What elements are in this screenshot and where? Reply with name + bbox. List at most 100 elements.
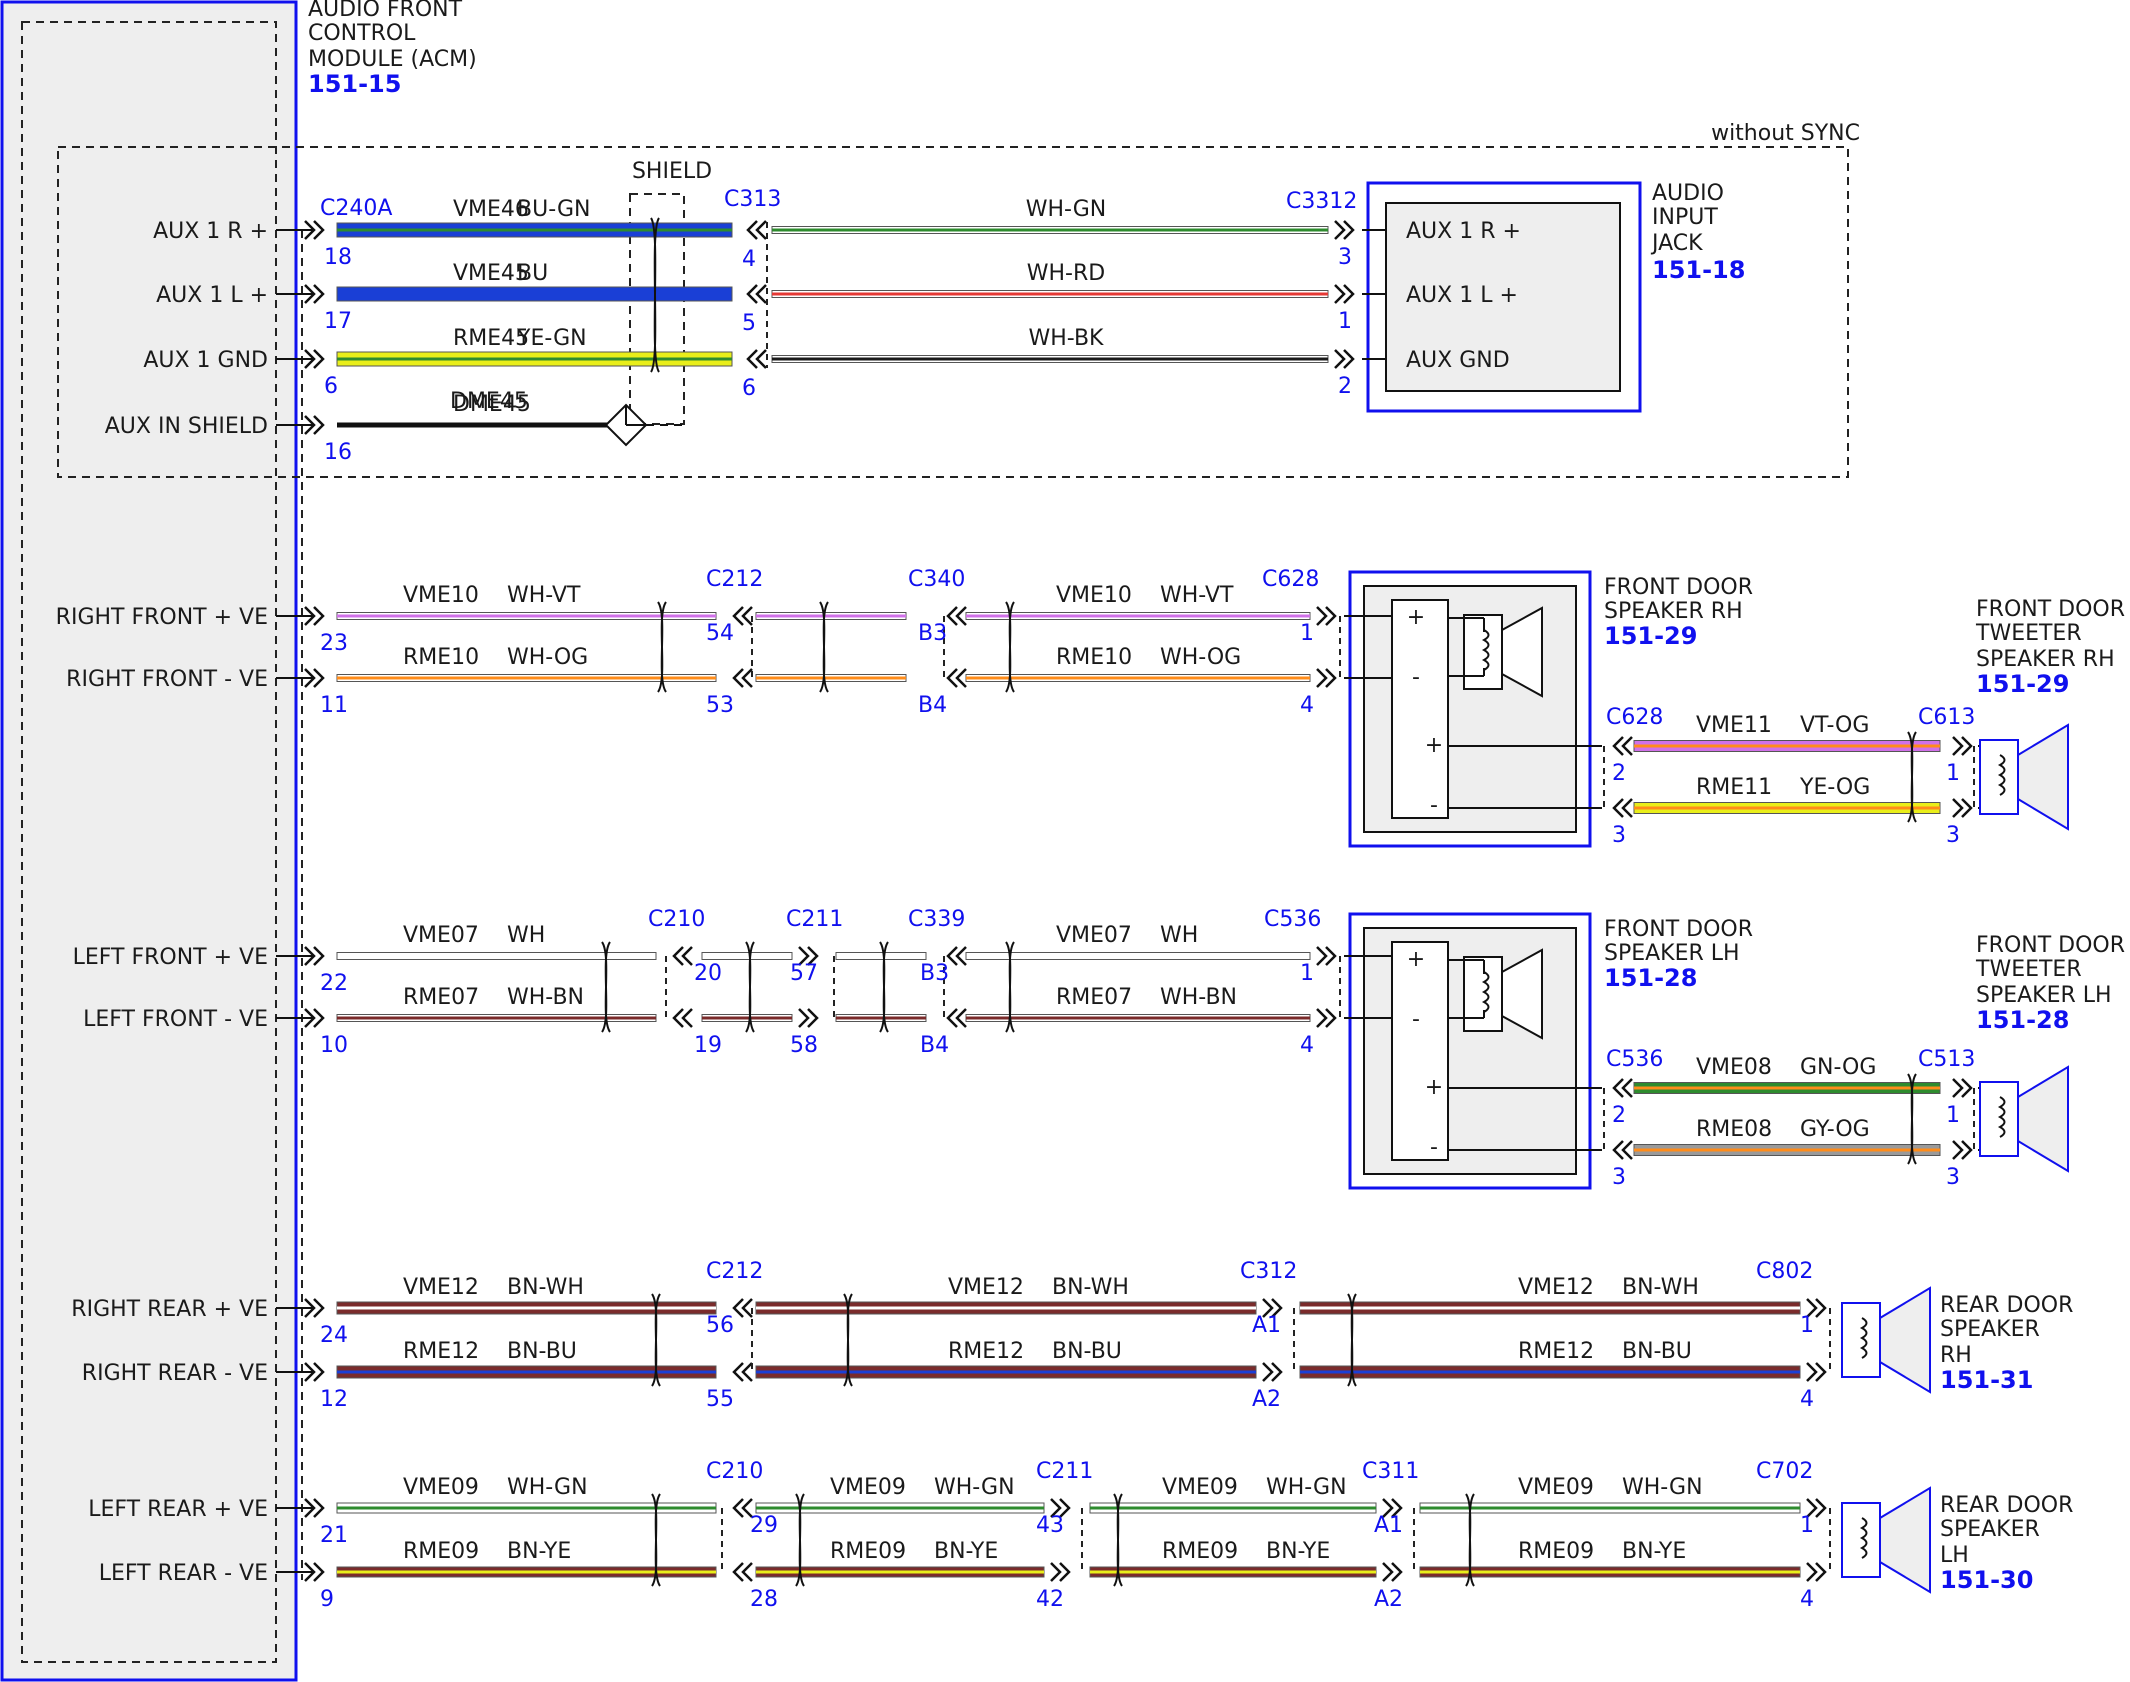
left-rear-pin-p1-1: 28 (750, 1587, 778, 1612)
acm-title-line-2: CONTROL (308, 21, 416, 46)
tweeter-rh-color-1: YE-OG (1799, 775, 1870, 800)
left-rear-wire-seg0-0 (336, 1502, 717, 1514)
left-rear-acm-pin-1: 9 (320, 1587, 334, 1612)
left-front-conn3-1-arrow-a (1316, 1008, 1328, 1028)
tweeter-lh-circuit-1: RME08 (1696, 1117, 1772, 1142)
left-front-circuit-seg0-1: RME07 (403, 985, 479, 1010)
left-front-color-seg3-0: WH (1160, 923, 1198, 948)
left-front-conn0-1-arrow-b (681, 1008, 693, 1028)
front-rh-speaker-minus-lower: - (1430, 793, 1438, 818)
left-rear-circuit-seg1-0: VME09 (830, 1475, 906, 1500)
left-front-acm-pin-1: 10 (320, 1033, 348, 1058)
right-rear-color-seg1-0: BN-WH (1052, 1275, 1129, 1300)
acm-pin-number-aux-2: 6 (324, 374, 338, 399)
acm-pin-label-aux-0: AUX 1 R + (153, 219, 268, 244)
left-front-acm-label-1: LEFT FRONT - VE (83, 1007, 268, 1032)
left-rear-pin-p2-0: 43 (1036, 1513, 1064, 1538)
right-front-conn-label-0: C212 (706, 567, 763, 592)
right-rear-conn-label-1: C312 (1240, 1259, 1297, 1284)
acm-ref: 151-15 (308, 70, 401, 98)
right-front-color-seg2-0: WH-VT (1160, 583, 1234, 608)
right-front-wire-seg1-0 (755, 612, 907, 620)
tweeter-lh-wire-1 (1633, 1144, 1941, 1156)
right-rear-circuit-seg0-1: RME12 (403, 1339, 479, 1364)
right-rear-circuit-seg2-0: VME12 (1518, 1275, 1594, 1300)
left-rear-circuit-seg3-0: VME09 (1518, 1475, 1594, 1500)
tweeter-lh-title-2: TWEETER (1975, 957, 2082, 982)
shield-label: SHIELD (632, 159, 712, 184)
left-rear-conn-label-2: C311 (1362, 1459, 1419, 1484)
tweeter-rh-pin-b-1: 3 (1946, 823, 1960, 848)
rear-lh-title-1: REAR DOOR (1940, 1493, 2073, 1518)
left-front-conn-label-2: C339 (908, 907, 965, 932)
right-rear-circuit-seg0-0: VME12 (403, 1275, 479, 1300)
right-front-conn1-0-arrow-b (955, 606, 967, 626)
left-front-pin-p3-0: B3 (920, 961, 949, 986)
left-rear-color-seg3-0: WH-GN (1622, 1475, 1703, 1500)
right-rear-conn-label-0: C212 (706, 1259, 763, 1284)
tweeter-lh-ref: 151-28 (1976, 1006, 2069, 1034)
right-rear-color-seg1-1: BN-BU (1052, 1339, 1122, 1364)
jack-connector-2-arrow-a (1334, 349, 1346, 369)
left-rear-pin-p2-1: 42 (1036, 1587, 1064, 1612)
tweeter-rh-conn-b-0-arrow-a (1952, 736, 1964, 756)
left-front-wire-seg2-0 (835, 952, 927, 960)
left-rear-color-seg0-1: BN-YE (507, 1539, 571, 1564)
right-front-color-seg0-1: WH-OG (507, 645, 588, 670)
left-rear-wire-seg3-0 (1419, 1502, 1801, 1514)
tweeter-rh-conn-a-0-arrow-b (1621, 736, 1633, 756)
aux-jack-ref: 151-18 (1652, 256, 1745, 284)
right-rear-conn2-1-arrow-a (1806, 1362, 1818, 1382)
left-rear-conn1-1-arrow-a (1050, 1562, 1062, 1582)
tweeter-lh-conn-b-0-arrow-a (1952, 1078, 1964, 1098)
aux-jack-wire-color-0: WH-GN (1026, 197, 1107, 222)
aux-wire-2 (336, 351, 733, 367)
acm-pin-number-aux-0: 18 (324, 245, 352, 270)
tweeter-lh-conn-a-0-arrow-b (1621, 1078, 1633, 1098)
tweeter-rh-conn-a-1-arrow-b (1621, 798, 1633, 818)
right-front-color-seg2-1: WH-OG (1160, 645, 1241, 670)
left-front-pin-p2-0: 57 (790, 961, 818, 986)
acm-pin-number-aux-1: 17 (324, 309, 352, 334)
c313-connector-label: C313 (724, 187, 781, 212)
right-front-color-seg0-0: WH-VT (507, 583, 581, 608)
left-rear-color-seg0-0: WH-GN (507, 1475, 588, 1500)
aux-jack-title-2: INPUT (1652, 205, 1718, 230)
tweeter-lh-wire-0 (1633, 1082, 1941, 1094)
right-rear-wire-seg0-1 (336, 1365, 717, 1379)
left-rear-wire-seg0-1 (336, 1566, 717, 1578)
left-rear-circuit-seg0-1: RME09 (403, 1539, 479, 1564)
acm-pin-label-aux-1: AUX 1 L + (156, 283, 268, 308)
right-front-acm-label-1: RIGHT FRONT - VE (66, 667, 268, 692)
left-rear-conn-label-0: C210 (706, 1459, 763, 1484)
right-rear-pin-p1-0: 56 (706, 1313, 734, 1338)
right-rear-acm-label-1: RIGHT REAR - VE (82, 1361, 268, 1386)
left-front-circuit-seg3-1: RME07 (1056, 985, 1132, 1010)
jack-pin-1: 1 (1338, 309, 1352, 334)
left-rear-circuit-seg2-0: VME09 (1162, 1475, 1238, 1500)
right-front-circuit-seg0-1: RME10 (403, 645, 479, 670)
left-rear-wire-seg2-0 (1089, 1502, 1377, 1514)
rear-lh-title-3: LH (1940, 1543, 1969, 1568)
aux-jack-pin-label-2: AUX GND (1406, 348, 1510, 373)
left-rear-color-seg1-1: BN-YE (934, 1539, 998, 1564)
right-rear-wire-seg1-0 (755, 1301, 1257, 1315)
left-rear-circuit-seg3-1: RME09 (1518, 1539, 1594, 1564)
tweeter-rh-color-0: VT-OG (1800, 713, 1869, 738)
aux-jack-wire-color-1: WH-RD (1027, 261, 1105, 286)
front-lh-speaker-ref: 151-28 (1604, 964, 1697, 992)
front-rh-speaker-plus-lower: + (1425, 733, 1443, 758)
left-rear-circuit-seg0-0: VME09 (403, 1475, 479, 1500)
left-front-wire-seg3-1 (965, 1014, 1311, 1022)
right-front-conn-label-2: C628 (1262, 567, 1319, 592)
rear-rh-title-1: REAR DOOR (1940, 1293, 2073, 1318)
right-front-conn-label-1: C340 (908, 567, 965, 592)
left-front-conn-label-3: C536 (1264, 907, 1321, 932)
tweeter-rh-title-2: TWEETER (1975, 621, 2082, 646)
left-front-acm-pin-0: 22 (320, 971, 348, 996)
left-rear-color-seg2-0: WH-GN (1266, 1475, 1347, 1500)
left-front-conn-label-1: C211 (786, 907, 843, 932)
right-rear-color-seg0-0: BN-WH (507, 1275, 584, 1300)
c313-pin-1: 5 (742, 311, 756, 336)
right-front-acm-label-0: RIGHT FRONT + VE (56, 605, 268, 630)
